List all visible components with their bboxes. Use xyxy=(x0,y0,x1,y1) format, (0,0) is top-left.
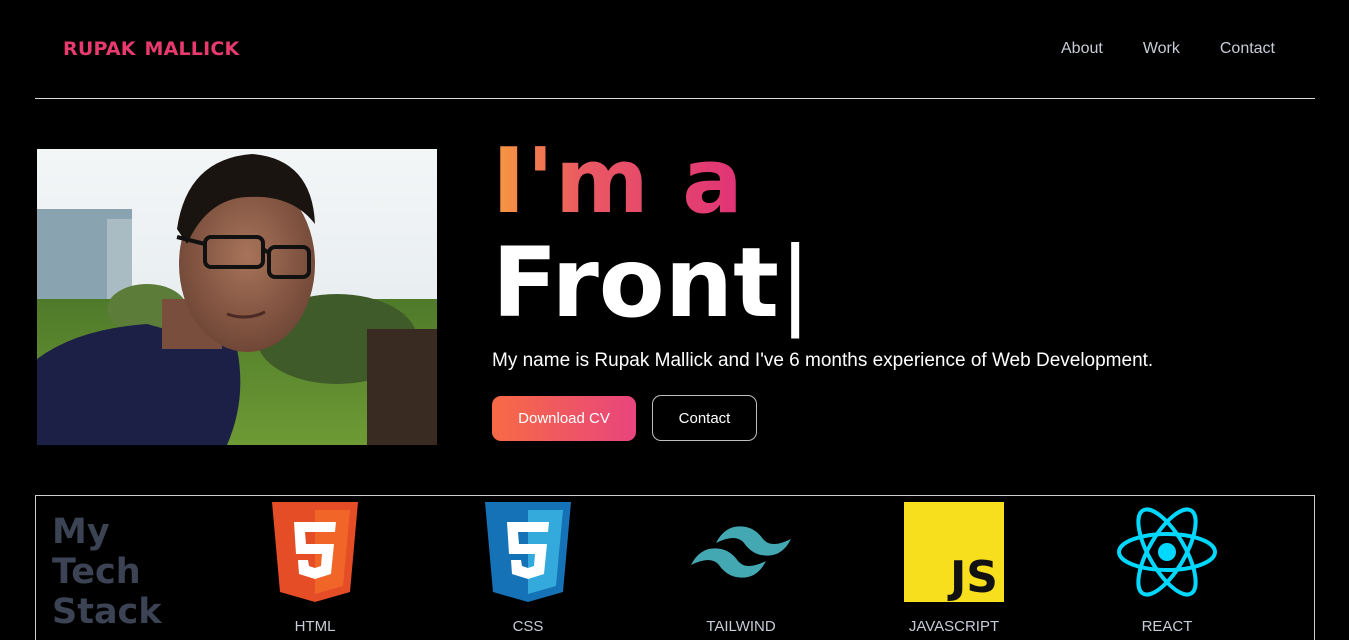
nav-work-link[interactable]: Work xyxy=(1143,40,1180,58)
css3-icon xyxy=(485,502,571,602)
tailwind-icon xyxy=(691,526,791,578)
nav-links: About Work Contact xyxy=(1021,40,1275,58)
hero-role-typewriter: Front| xyxy=(492,228,811,338)
profile-photo xyxy=(37,149,437,445)
tech-label-react: REACT xyxy=(1141,618,1193,635)
tech-stack-title-line: My xyxy=(52,512,110,552)
hero-description: My name is Rupak Mallick and I've 6 mont… xyxy=(492,350,1154,371)
contact-button[interactable]: Contact xyxy=(652,395,757,441)
react-icon xyxy=(1117,507,1217,597)
nav-about-link[interactable]: About xyxy=(1061,40,1103,58)
nav-contact-link[interactable]: Contact xyxy=(1220,40,1275,58)
html5-icon xyxy=(272,502,358,602)
tech-stack-title: My Tech Stack xyxy=(52,512,182,632)
hero-role-text: Front xyxy=(492,227,779,339)
svg-text:JS: JS xyxy=(947,552,998,602)
hero-title: I'm a xyxy=(492,129,744,234)
hero-section: I'm a xyxy=(492,136,744,228)
download-cv-button[interactable]: Download CV xyxy=(492,396,636,441)
tech-stack-title-line: Tech xyxy=(52,552,141,592)
tech-label-tailwind: TAILWIND xyxy=(706,618,776,635)
tech-stack-section: My Tech Stack HTML CSS TAILWIND JS JAVAS… xyxy=(35,495,1315,640)
typing-cursor: | xyxy=(778,227,812,339)
top-navigation: RUPAK MALLICK About Work Contact xyxy=(35,0,1315,99)
javascript-icon: JS xyxy=(904,502,1004,602)
tech-label-javascript: JAVASCRIPT xyxy=(908,618,1000,635)
tech-label-html: HTML xyxy=(294,618,336,635)
tech-stack-title-line: Stack xyxy=(52,592,162,632)
tech-label-css: CSS xyxy=(512,618,544,635)
brand-logo[interactable]: RUPAK MALLICK xyxy=(63,38,239,60)
